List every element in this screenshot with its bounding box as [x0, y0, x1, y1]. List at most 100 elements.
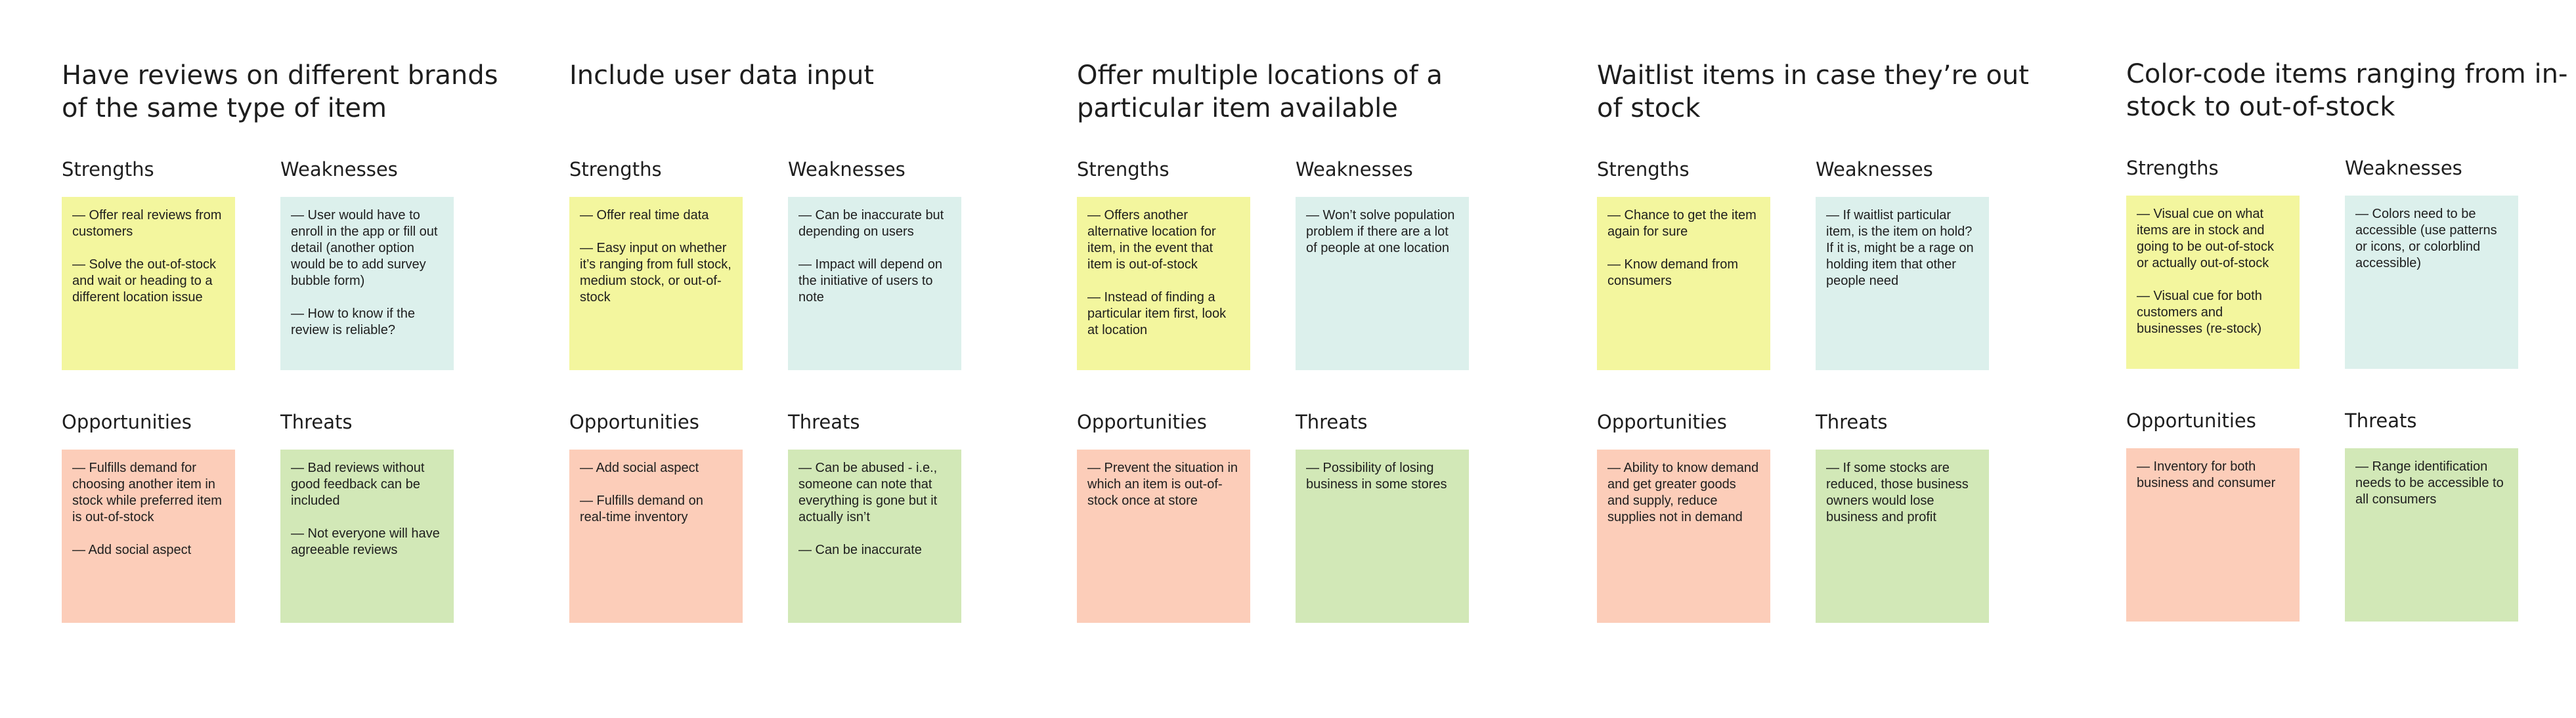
quadrant-opportunities: Opportunities — Fulfills demand for choo…: [62, 410, 235, 623]
sticky-note-opportunities[interactable]: — Fulfills demand for choosing another i…: [62, 450, 235, 623]
sticky-note-line: — If waitlist particular item, is the it…: [1826, 208, 1974, 288]
quadrant-threats: Threats — Range identification needs to …: [2345, 409, 2518, 622]
quadrant-label-threats: Threats: [2345, 410, 2417, 432]
sticky-note-line: — Can be abused - i.e., someone can note…: [798, 461, 938, 524]
quadrant-weaknesses: Weaknesses — If waitlist particular item…: [1816, 158, 1989, 370]
quadrant-label-threats: Threats: [1816, 411, 1888, 433]
sticky-note-line: — Add social aspect: [580, 461, 699, 475]
sticky-note-weaknesses[interactable]: — Can be inaccurate but depending on use…: [788, 197, 961, 370]
sticky-note-threats[interactable]: — Possibility of losing business in some…: [1296, 450, 1469, 623]
sticky-note-strengths[interactable]: — Chance to get the item again for sure …: [1597, 197, 1770, 370]
swot-waitlist-items: Waitlist items in case they’re out of st…: [1597, 59, 2050, 623]
sticky-note-line: — Fulfills demand on real-time inventory: [580, 494, 703, 524]
sticky-note-line: — Know demand from consumers: [1607, 257, 1738, 288]
quadrant-label-strengths: Strengths: [1077, 158, 1169, 180]
quadrant-opportunities: Opportunities — Ability to know demand a…: [1597, 410, 1770, 623]
sticky-note-line: — Range identification needs to be acces…: [2355, 459, 2504, 507]
sticky-note-threats[interactable]: — If some stocks are reduced, those busi…: [1816, 450, 1989, 623]
swot-multiple-locations: Offer multiple locations of a particular…: [1077, 59, 1530, 623]
sticky-note-line: — Ability to know demand and get greater…: [1607, 461, 1759, 524]
quadrant-strengths: Strengths — Visual cue on what items are…: [2126, 156, 2300, 369]
swot-title: Offer multiple locations of a particular…: [1077, 60, 1443, 123]
sticky-note-line: — Offers another alternative location fo…: [1087, 208, 1216, 272]
quadrant-opportunities: Opportunities — Add social aspect — Fulf…: [569, 410, 743, 623]
sticky-note-line: — If some stocks are reduced, those busi…: [1826, 461, 1969, 524]
quadrant-strengths: Strengths — Offers another alternative l…: [1077, 158, 1250, 370]
sticky-note-line: — Can be inaccurate: [798, 543, 922, 557]
swot-board: Have reviews on different brands of the …: [0, 0, 2576, 718]
sticky-note-line: — Chance to get the item again for sure: [1607, 208, 1757, 239]
sticky-note-line: — Solve the out-of-stock and wait or hea…: [72, 257, 216, 305]
quadrant-label-opportunities: Opportunities: [569, 411, 699, 433]
sticky-note-opportunities[interactable]: — Prevent the situation in which an item…: [1077, 450, 1250, 623]
sticky-note-line: — Instead of finding a particular item f…: [1087, 290, 1227, 337]
quadrant-weaknesses: Weaknesses — User would have to enroll i…: [280, 158, 454, 370]
sticky-note-line: — Add social aspect: [72, 543, 192, 557]
sticky-note-line: — Can be inaccurate but depending on use…: [798, 208, 944, 239]
sticky-note-line: — Fulfills demand for choosing another i…: [72, 461, 222, 524]
quadrant-threats: Threats — Bad reviews without good feedb…: [280, 410, 454, 623]
quadrant-label-weaknesses: Weaknesses: [2345, 157, 2462, 179]
sticky-note-weaknesses[interactable]: — If waitlist particular item, is the it…: [1816, 197, 1989, 370]
sticky-note-line: — Visual cue for both customers and busi…: [2137, 289, 2262, 336]
sticky-note-weaknesses[interactable]: — Colors need to be accessible (use patt…: [2345, 196, 2518, 369]
sticky-note-line: — Impact will depend on the initiative o…: [798, 257, 943, 305]
sticky-note-strengths[interactable]: — Offers another alternative location fo…: [1077, 197, 1250, 370]
sticky-note-line: — Prevent the situation in which an item…: [1087, 461, 1238, 508]
quadrant-label-strengths: Strengths: [1597, 158, 1690, 180]
swot-review-brands: Have reviews on different brands of the …: [62, 59, 515, 623]
sticky-note-opportunities[interactable]: — Ability to know demand and get greater…: [1597, 450, 1770, 623]
quadrant-label-opportunities: Opportunities: [1077, 411, 1207, 433]
swot-title: Include user data input: [569, 60, 874, 91]
sticky-note-line: — How to know if the review is reliable?: [291, 306, 415, 337]
quadrant-label-opportunities: Opportunities: [2126, 410, 2256, 432]
quadrant-label-opportunities: Opportunities: [1597, 411, 1727, 433]
sticky-note-threats[interactable]: — Bad reviews without good feedback can …: [280, 450, 454, 623]
sticky-note-line: — Visual cue on what items are in stock …: [2137, 207, 2275, 270]
sticky-note-line: — Offer real reviews from customers: [72, 208, 222, 239]
quadrant-label-weaknesses: Weaknesses: [788, 158, 906, 180]
quadrant-label-opportunities: Opportunities: [62, 411, 192, 433]
sticky-note-threats[interactable]: — Can be abused - i.e., someone can note…: [788, 450, 961, 623]
sticky-note-line: — User would have to enroll in the app o…: [291, 208, 438, 288]
sticky-note-weaknesses[interactable]: — User would have to enroll in the app o…: [280, 197, 454, 370]
quadrant-label-strengths: Strengths: [62, 158, 154, 180]
sticky-note-threats[interactable]: — Range identification needs to be acces…: [2345, 448, 2518, 622]
swot-title: Waitlist items in case they’re out of st…: [1597, 60, 2029, 123]
quadrant-label-threats: Threats: [788, 411, 860, 433]
sticky-note-opportunities[interactable]: — Add social aspect — Fulfills demand on…: [569, 450, 743, 623]
sticky-note-weaknesses[interactable]: — Won’t solve population problem if ther…: [1296, 197, 1469, 370]
quadrant-label-strengths: Strengths: [569, 158, 662, 180]
swot-color-code-items: Color-code items ranging from in-stock t…: [2126, 58, 2576, 622]
quadrant-opportunities: Opportunities — Inventory for both busin…: [2126, 409, 2300, 622]
quadrant-threats: Threats — If some stocks are reduced, th…: [1816, 410, 1989, 623]
sticky-note-opportunities[interactable]: — Inventory for both business and consum…: [2126, 448, 2300, 622]
quadrant-weaknesses: Weaknesses — Can be inaccurate but depen…: [788, 158, 961, 370]
quadrant-label-weaknesses: Weaknesses: [280, 158, 398, 180]
quadrant-weaknesses: Weaknesses — Won’t solve population prob…: [1296, 158, 1469, 370]
quadrant-label-threats: Threats: [1296, 411, 1368, 433]
quadrant-threats: Threats — Can be abused - i.e., someone …: [788, 410, 961, 623]
swot-title: Have reviews on different brands of the …: [62, 60, 498, 123]
quadrant-threats: Threats — Possibility of losing business…: [1296, 410, 1469, 623]
quadrant-label-weaknesses: Weaknesses: [1816, 158, 1933, 180]
sticky-note-line: — Not everyone will have agreeable revie…: [291, 526, 440, 557]
swot-title: Color-code items ranging from in-stock t…: [2126, 59, 2568, 122]
quadrant-label-strengths: Strengths: [2126, 157, 2219, 179]
swot-user-data-input: Include user data input Strengths — Offe…: [569, 59, 1022, 623]
quadrant-label-weaknesses: Weaknesses: [1296, 158, 1413, 180]
sticky-note-strengths[interactable]: — Visual cue on what items are in stock …: [2126, 196, 2300, 369]
quadrant-label-threats: Threats: [280, 411, 353, 433]
sticky-note-line: — Won’t solve population problem if ther…: [1306, 208, 1455, 255]
sticky-note-line: — Inventory for both business and consum…: [2137, 459, 2276, 490]
quadrant-strengths: Strengths — Offer real reviews from cust…: [62, 158, 235, 370]
sticky-note-line: — Offer real time data: [580, 208, 709, 222]
sticky-note-strengths[interactable]: — Offer real reviews from customers — So…: [62, 197, 235, 370]
sticky-note-line: — Colors need to be accessible (use patt…: [2355, 207, 2497, 270]
sticky-note-line: — Bad reviews without good feedback can …: [291, 461, 425, 508]
quadrant-weaknesses: Weaknesses — Colors need to be accessibl…: [2345, 156, 2518, 369]
quadrant-strengths: Strengths — Offer real time data — Easy …: [569, 158, 743, 370]
sticky-note-line: — Possibility of losing business in some…: [1306, 461, 1447, 492]
sticky-note-strengths[interactable]: — Offer real time data — Easy input on w…: [569, 197, 743, 370]
quadrant-strengths: Strengths — Chance to get the item again…: [1597, 158, 1770, 370]
